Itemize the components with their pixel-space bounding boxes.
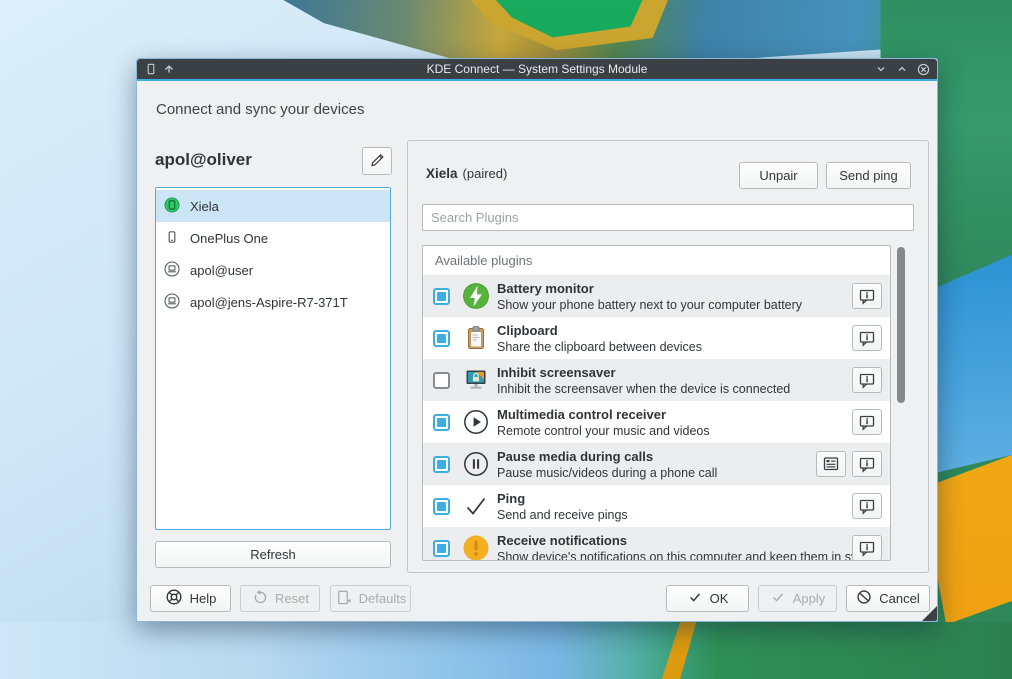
plugin-title: Ping (497, 490, 628, 507)
unpair-button[interactable]: Unpair (739, 162, 818, 189)
plugin-checkbox[interactable] (433, 372, 450, 389)
plugin-row-clipboard[interactable]: Clipboard Share the clipboard between de… (423, 317, 890, 359)
plugin-title: Multimedia control receiver (497, 406, 710, 423)
plugin-checkbox[interactable] (433, 540, 450, 557)
screensaver-icon (462, 366, 490, 394)
plugin-configure-button[interactable] (816, 451, 846, 477)
ok-check-icon (687, 589, 703, 608)
device-label: apol@user (190, 263, 253, 278)
help-button[interactable]: Help (150, 585, 231, 612)
paired-state-label: (paired) (463, 166, 508, 181)
maximize-button[interactable] (896, 63, 908, 75)
plugin-title: Pause media during calls (497, 448, 717, 465)
rename-device-button[interactable] (362, 147, 392, 175)
search-plugins-input[interactable] (422, 204, 914, 231)
help-icon (165, 588, 183, 609)
plugin-info-button[interactable] (852, 493, 882, 519)
plugin-description: Show your phone battery next to your com… (497, 297, 802, 313)
plugin-title: Inhibit screensaver (497, 364, 790, 381)
plugin-title: Clipboard (497, 322, 702, 339)
plugin-info-button[interactable] (852, 451, 882, 477)
plugin-row-multimedia[interactable]: Multimedia control receiver Remote contr… (423, 401, 890, 443)
ok-button[interactable]: OK (666, 585, 749, 612)
device-name: Xiela (426, 166, 458, 181)
plugin-info-button[interactable] (852, 325, 882, 351)
titlebar-accent-line (137, 79, 937, 81)
plugin-description: Show device's notifications on this comp… (497, 549, 852, 562)
plugin-description: Pause music/videos during a phone call (497, 465, 717, 481)
device-detail-panel: Xiela (paired) Unpair Send ping Available… (407, 140, 929, 573)
plugin-checkbox[interactable] (433, 330, 450, 347)
apply-check-icon (770, 589, 786, 608)
plugin-info-button[interactable] (852, 367, 882, 393)
window-title: KDE Connect — System Settings Module (137, 62, 937, 76)
laptop-icon (164, 293, 180, 312)
plugin-info-button[interactable] (852, 283, 882, 309)
page-title: Connect and sync your devices (156, 101, 364, 118)
plugin-row-battery[interactable]: Battery monitor Show your phone battery … (423, 275, 890, 317)
smartphone-connected-icon (164, 197, 180, 216)
device-list-item-apol-jens[interactable]: apol@jens-Aspire-R7-371T (156, 286, 390, 318)
plugin-row-screensaver[interactable]: Inhibit screensaver Inhibit the screensa… (423, 359, 890, 401)
device-list: Xiela OnePlus One apol@user apol@jens-As… (155, 187, 391, 530)
plugin-title: Receive notifications (497, 532, 852, 549)
kde-connect-settings-window: KDE Connect — System Settings Module Con… (136, 58, 938, 622)
battery-icon (462, 282, 490, 310)
smartphone-icon (164, 229, 180, 248)
plugin-description: Inhibit the screensaver when the device … (497, 381, 790, 397)
plugin-title: Battery monitor (497, 280, 802, 297)
defaults-button[interactable]: Defaults (330, 585, 411, 612)
device-label: OnePlus One (190, 231, 268, 246)
plugin-checkbox[interactable] (433, 288, 450, 305)
device-list-item-apol-user[interactable]: apol@user (156, 254, 390, 286)
plugin-list-header: Available plugins (423, 246, 890, 275)
plugin-row-notifications[interactable]: Receive notifications Show device's noti… (423, 527, 890, 561)
desktop-wallpaper: KDE Connect — System Settings Module Con… (0, 0, 1012, 679)
scrollbar-thumb[interactable] (897, 247, 905, 403)
device-label: Xiela (190, 199, 219, 214)
undo-icon (251, 589, 268, 609)
plugin-checkbox[interactable] (433, 498, 450, 515)
plugin-list-scrollbar[interactable] (897, 247, 905, 559)
plugin-description: Remote control your music and videos (497, 423, 710, 439)
cancel-button[interactable]: Cancel (846, 585, 930, 612)
clipboard-icon (462, 324, 490, 352)
send-ping-button[interactable]: Send ping (826, 162, 911, 189)
plugin-list: Available plugins Battery monitor Show y… (422, 245, 891, 561)
plugin-info-button[interactable] (852, 409, 882, 435)
refresh-button[interactable]: Refresh (155, 541, 391, 568)
refresh-label: Refresh (250, 547, 296, 562)
paired-device-title: Xiela (paired) (426, 166, 507, 181)
titlebar[interactable]: KDE Connect — System Settings Module (137, 59, 937, 79)
play-circle-icon (462, 408, 490, 436)
device-label: apol@jens-Aspire-R7-371T (190, 295, 348, 310)
minimize-button[interactable] (875, 63, 887, 75)
wallpaper-polygon (0, 622, 1012, 679)
plugin-info-button[interactable] (852, 535, 882, 561)
own-device-name: apol@oliver (155, 150, 252, 170)
plugin-row-pause-media[interactable]: Pause media during calls Pause music/vid… (423, 443, 890, 485)
pencil-icon (368, 151, 386, 172)
plugin-description: Share the clipboard between devices (497, 339, 702, 355)
device-list-item-oneplus[interactable]: OnePlus One (156, 222, 390, 254)
pause-circle-icon (462, 450, 490, 478)
cancel-icon (856, 589, 872, 608)
laptop-icon (164, 261, 180, 280)
close-button[interactable] (917, 63, 930, 76)
document-revert-icon (335, 589, 352, 609)
plugin-description: Send and receive pings (497, 507, 628, 523)
notification-icon (462, 534, 490, 561)
plugin-checkbox[interactable] (433, 414, 450, 431)
checkmark-icon (462, 492, 490, 520)
device-list-item-xiela[interactable]: Xiela (156, 190, 390, 222)
reset-button[interactable]: Reset (240, 585, 320, 612)
plugin-checkbox[interactable] (433, 456, 450, 473)
plugin-row-ping[interactable]: Ping Send and receive pings (423, 485, 890, 527)
apply-button[interactable]: Apply (758, 585, 837, 612)
